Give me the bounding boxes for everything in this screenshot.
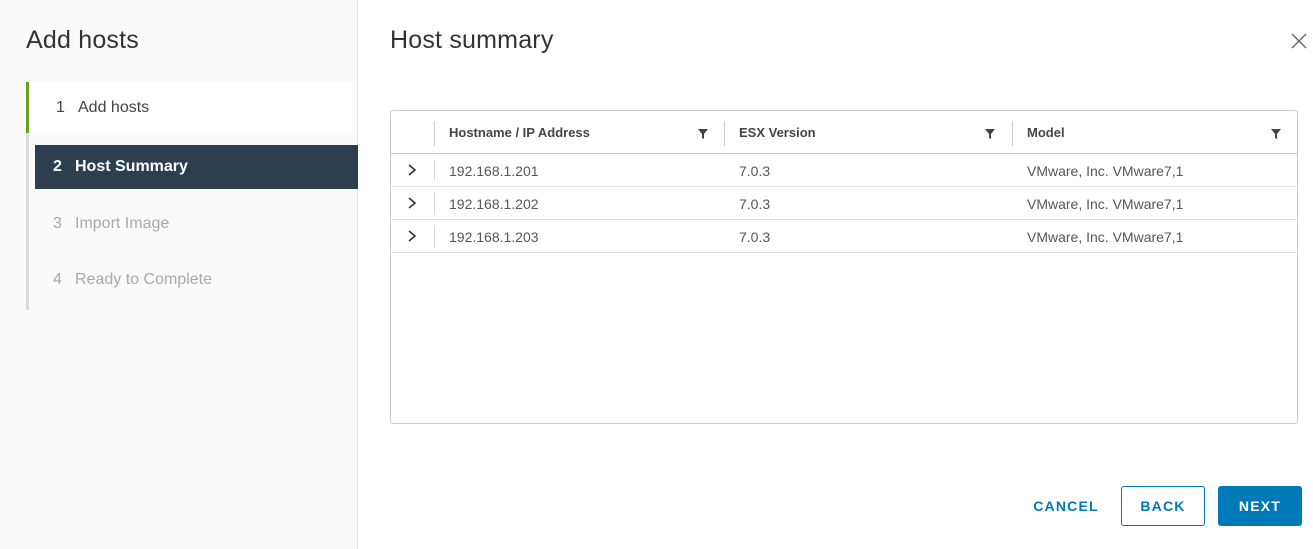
grid-header: Hostname / IP Address ESX Version Model (391, 111, 1297, 154)
step-import-image: 3 Import Image (29, 202, 169, 246)
column-header-hostname[interactable]: Hostname / IP Address (449, 111, 590, 154)
filter-icon[interactable] (985, 128, 995, 140)
table-row[interactable]: 192.168.1.203 7.0.3 VMware, Inc. VMware7… (391, 220, 1297, 253)
column-header-model[interactable]: Model (1027, 111, 1065, 154)
step-label: Add hosts (78, 98, 150, 116)
row-separator (434, 160, 435, 181)
column-separator[interactable] (724, 121, 725, 146)
step-number: 4 (53, 271, 62, 288)
page-title: Host summary (390, 26, 554, 54)
column-separator (434, 121, 435, 146)
cell-model: VMware, Inc. VMware7,1 (1027, 162, 1184, 179)
row-separator (434, 193, 435, 214)
step-number: 3 (53, 215, 62, 232)
column-separator[interactable] (1012, 121, 1013, 146)
chevron-right-icon[interactable] (405, 229, 419, 243)
cell-hostname: 192.168.1.202 (449, 195, 539, 212)
cell-esx-version: 7.0.3 (739, 162, 771, 179)
wizard-title: Add hosts (26, 26, 139, 54)
cell-model: VMware, Inc. VMware7,1 (1027, 228, 1184, 245)
step-add-hosts[interactable]: 1 Add hosts (26, 82, 355, 133)
next-button[interactable]: NEXT (1218, 486, 1302, 526)
back-button[interactable]: BACK (1121, 486, 1205, 526)
step-label: Host Summary (75, 158, 188, 175)
wizard-steps: 1 Add hosts 2 Host Summary 3 Import Imag… (26, 82, 358, 310)
host-summary-grid: Hostname / IP Address ESX Version Model … (390, 110, 1298, 424)
cell-esx-version: 7.0.3 (739, 195, 771, 212)
step-number: 2 (53, 158, 62, 175)
cell-esx-version: 7.0.3 (739, 228, 771, 245)
column-header-esx-version[interactable]: ESX Version (739, 111, 816, 154)
table-row[interactable]: 192.168.1.202 7.0.3 VMware, Inc. VMware7… (391, 187, 1297, 220)
step-number: 1 (56, 98, 65, 116)
step-host-summary[interactable]: 2 Host Summary (35, 145, 358, 189)
filter-icon[interactable] (698, 128, 708, 140)
filter-icon[interactable] (1271, 128, 1281, 140)
cell-hostname: 192.168.1.201 (449, 162, 539, 179)
step-ready-to-complete: 4 Ready to Complete (29, 258, 212, 302)
step-label: Ready to Complete (75, 271, 212, 288)
close-button[interactable] (1288, 30, 1310, 52)
close-icon (1291, 33, 1307, 49)
step-label: Import Image (75, 215, 170, 232)
cancel-button[interactable]: CANCEL (1024, 486, 1108, 526)
chevron-right-icon[interactable] (405, 196, 419, 210)
wizard-sidebar: Add hosts 1 Add hosts 2 Host Summary 3 I… (0, 0, 358, 549)
cell-hostname: 192.168.1.203 (449, 228, 539, 245)
table-row[interactable]: 192.168.1.201 7.0.3 VMware, Inc. VMware7… (391, 154, 1297, 187)
chevron-right-icon[interactable] (405, 163, 419, 177)
cell-model: VMware, Inc. VMware7,1 (1027, 195, 1184, 212)
row-separator (434, 226, 435, 247)
